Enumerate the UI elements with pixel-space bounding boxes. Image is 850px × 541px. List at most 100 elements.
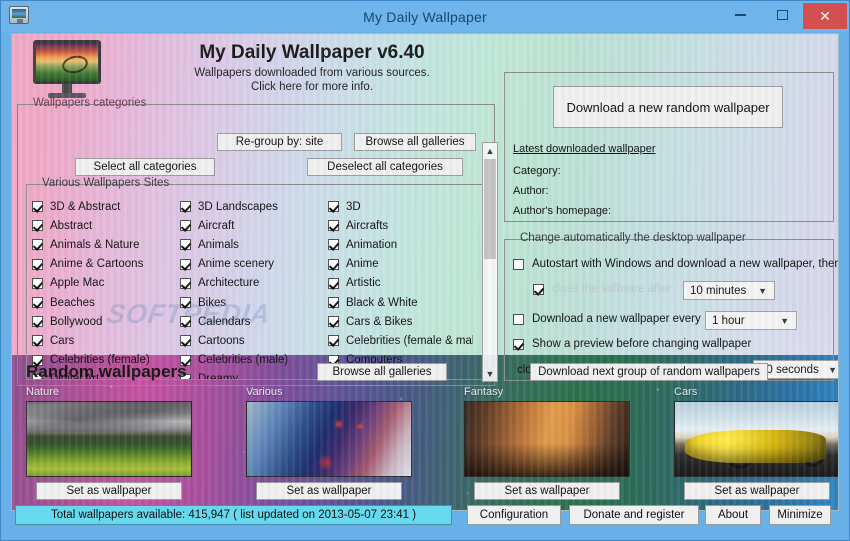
category-checkbox[interactable] [328, 316, 339, 328]
show-preview-checkbox[interactable] [513, 338, 524, 350]
category-checkbox[interactable] [32, 297, 43, 309]
deselect-all-categories-button[interactable]: Deselect all categories [307, 158, 463, 176]
category-label: Cars & Bikes [346, 315, 413, 328]
autostart-checkbox-row[interactable]: Autostart with Windows and download a ne… [513, 258, 838, 270]
download-random-wallpaper-button[interactable]: Download a new random wallpaper [553, 86, 783, 128]
category-label: Aircraft [198, 219, 235, 232]
category-checkbox-row[interactable]: 3D [328, 197, 473, 216]
configuration-button[interactable]: Configuration [467, 505, 561, 525]
download-every-dropdown[interactable]: 1 hour ▼ [705, 311, 797, 330]
close-software-checkbox-row[interactable]: close the software after [533, 283, 671, 295]
category-checkbox-row[interactable]: Animation [328, 235, 473, 254]
donate-and-register-button[interactable]: Donate and register [569, 505, 699, 525]
category-checkbox[interactable] [328, 258, 339, 270]
category-checkbox-row[interactable]: Anime [328, 255, 473, 274]
window-minimize-button[interactable] [719, 1, 761, 29]
category-checkbox[interactable] [180, 277, 191, 289]
select-all-categories-button[interactable]: Select all categories [75, 158, 215, 176]
set-as-wallpaper-button[interactable]: Set as wallpaper [474, 482, 620, 500]
category-checkbox[interactable] [180, 335, 191, 347]
thumbnail-image-various[interactable] [246, 401, 412, 477]
category-checkbox-row[interactable]: 3D Landscapes [180, 197, 325, 216]
category-checkbox[interactable] [180, 297, 191, 309]
category-checkbox-row[interactable]: Artistic [328, 274, 473, 293]
scroll-down-icon[interactable]: ▼ [483, 366, 497, 381]
category-checkbox[interactable] [180, 220, 191, 232]
category-checkbox-row[interactable]: Calendars [180, 312, 325, 331]
category-checkbox-row[interactable]: Cartoons [180, 331, 325, 350]
category-checkbox[interactable] [32, 335, 43, 347]
download-every-checkbox-row[interactable]: Download a new wallpaper every [513, 313, 701, 325]
category-checkbox[interactable] [180, 239, 191, 251]
category-checkbox-row[interactable]: Aircrafts [328, 216, 473, 235]
category-checkbox-row[interactable]: Aircraft [180, 216, 325, 235]
category-checkbox-row[interactable]: Animals [180, 235, 325, 254]
category-checkbox-row[interactable]: Black & White [328, 293, 473, 312]
category-checkbox[interactable] [32, 239, 43, 251]
set-as-wallpaper-button[interactable]: Set as wallpaper [256, 482, 402, 500]
category-checkbox[interactable] [32, 316, 43, 328]
category-checkbox-row[interactable]: Apple Mac [32, 274, 177, 293]
download-every-checkbox[interactable] [513, 313, 524, 325]
category-checkbox[interactable] [32, 201, 43, 213]
category-checkbox-row[interactable]: Beaches [32, 293, 177, 312]
autostart-checkbox[interactable] [513, 258, 524, 270]
thumbnail-image-nature[interactable] [26, 401, 192, 477]
category-checkbox-row[interactable]: Cars [32, 331, 177, 350]
category-checkbox-row[interactable]: Architecture [180, 274, 325, 293]
browse-all-galleries-button-bottom[interactable]: Browse all galleries [317, 363, 447, 381]
latest-downloaded-wallpaper-link[interactable]: Latest downloaded wallpaper [513, 143, 656, 155]
category-label: Cars [50, 334, 75, 347]
more-info-link[interactable]: Click here for more info. [127, 81, 497, 93]
category-label: Bikes [198, 296, 227, 309]
category-checkbox-row[interactable]: 3D & Abstract [32, 197, 177, 216]
category-checkbox-row[interactable]: Cars & Bikes [328, 312, 473, 331]
window-maximize-button[interactable] [761, 1, 803, 29]
category-label: Celebrities (male) [198, 354, 289, 367]
category-checkbox[interactable] [328, 277, 339, 289]
category-checkbox[interactable] [328, 335, 339, 347]
category-checkbox-row[interactable]: Bollywood [32, 312, 177, 331]
category-checkbox[interactable] [328, 220, 339, 232]
category-checkbox[interactable] [328, 201, 339, 213]
category-checkbox-row[interactable]: Animals & Nature [32, 235, 177, 254]
category-checkbox[interactable] [180, 316, 191, 328]
category-checkbox-row[interactable]: Anime scenery [180, 255, 325, 274]
category-checkbox[interactable] [32, 277, 43, 289]
close-after-dropdown[interactable]: 10 minutes ▼ [683, 281, 775, 300]
category-checkbox[interactable] [32, 258, 43, 270]
app-title: My Daily Wallpaper v6.40 [199, 42, 425, 63]
window-close-button[interactable]: ✕ [803, 3, 847, 29]
category-checkbox[interactable] [180, 201, 191, 213]
category-label: Animals & Nature [50, 238, 140, 251]
regroup-by-site-button[interactable]: Re-group by: site [217, 133, 342, 151]
close-software-checkbox[interactable] [533, 283, 544, 295]
category-label: Artistic [346, 277, 381, 290]
category-checkbox[interactable] [180, 258, 191, 270]
about-button[interactable]: About [705, 505, 761, 525]
thumbnail-image-fantasy[interactable] [464, 401, 630, 477]
thumbnail-item: Cars Set as wallpaper [674, 386, 838, 500]
category-checkbox-row[interactable]: Celebrities (female & male) [328, 331, 473, 350]
category-checkbox-row[interactable]: Abstract [32, 216, 177, 235]
scroll-up-icon[interactable]: ▲ [483, 143, 497, 158]
scrollbar-thumb[interactable] [484, 159, 496, 259]
download-next-group-button[interactable]: Download next group of random wallpapers [530, 363, 768, 381]
category-checkbox[interactable] [328, 239, 339, 251]
show-preview-checkbox-row[interactable]: Show a preview before changing wallpaper [513, 338, 751, 350]
set-as-wallpaper-button[interactable]: Set as wallpaper [684, 482, 830, 500]
minimize-button[interactable]: Minimize [769, 505, 831, 525]
category-checkbox-row[interactable]: Bikes [180, 293, 325, 312]
browse-all-galleries-button-top[interactable]: Browse all galleries [354, 133, 476, 151]
category-label: Anime scenery [198, 258, 275, 271]
set-as-wallpaper-button[interactable]: Set as wallpaper [36, 482, 182, 500]
category-label: Black & White [346, 296, 418, 309]
category-checkbox-row[interactable]: Celebrities (male) [180, 351, 325, 370]
thumbnail-image-cars[interactable] [674, 401, 838, 477]
author-label: Author: [513, 185, 549, 197]
category-checkbox[interactable] [328, 297, 339, 309]
categories-scrollbar[interactable]: ▲ ▼ [482, 142, 498, 382]
category-checkbox-row[interactable]: Dreamy [180, 370, 325, 379]
category-checkbox[interactable] [32, 220, 43, 232]
category-checkbox-row[interactable]: Anime & Cartoons [32, 255, 177, 274]
